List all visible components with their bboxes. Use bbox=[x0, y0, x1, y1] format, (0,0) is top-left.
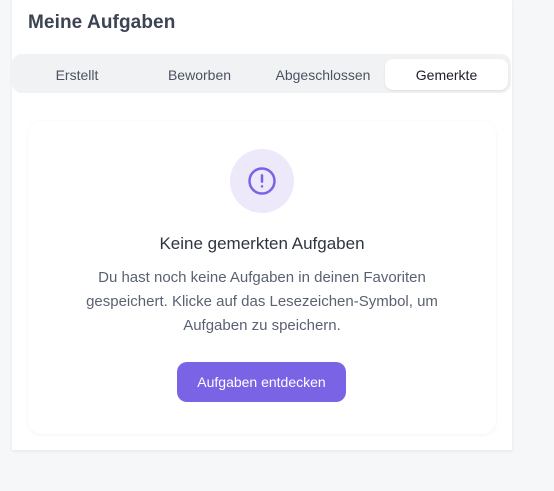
empty-state-title: Keine gemerkten Aufgaben bbox=[159, 234, 365, 253]
alert-icon-badge bbox=[230, 149, 294, 213]
tab-created[interactable]: Erstellt bbox=[17, 59, 137, 90]
alert-circle-icon bbox=[248, 167, 276, 195]
discover-tasks-button[interactable]: Aufgaben entdecken bbox=[177, 362, 346, 402]
empty-state-card: Keine gemerkten Aufgaben Du hast noch ke… bbox=[28, 121, 496, 434]
page-title: Meine Aufgaben bbox=[28, 12, 176, 33]
empty-state-description: Du hast noch keine Aufgaben in deinen Fa… bbox=[86, 269, 438, 334]
my-tasks-panel: Meine Aufgaben Erstellt Beworben Abgesch… bbox=[12, 0, 512, 450]
tab-bar: Erstellt Beworben Abgeschlossen Gemerkte bbox=[12, 54, 511, 93]
tab-bookmarked[interactable]: Gemerkte bbox=[385, 59, 508, 90]
tab-applied[interactable]: Beworben bbox=[139, 59, 260, 90]
tab-completed[interactable]: Abgeschlossen bbox=[262, 59, 384, 90]
